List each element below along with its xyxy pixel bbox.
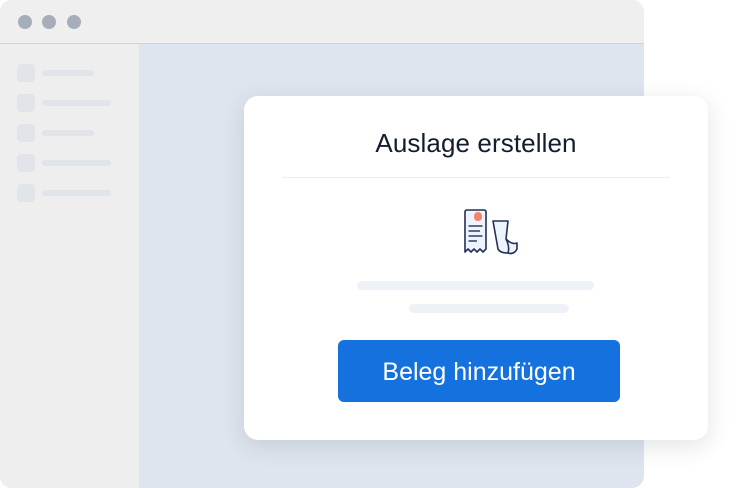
text-placeholder-line: [409, 304, 569, 313]
sidebar-item[interactable]: [17, 64, 127, 82]
receipt-icon: [464, 209, 518, 255]
sidebar-item-icon: [17, 94, 35, 112]
sidebar-item-label-placeholder: [42, 130, 94, 136]
create-expense-dialog: Auslage erstellen Beleg hinzufügen: [244, 96, 708, 440]
dialog-title: Auslage erstellen: [375, 128, 577, 158]
sidebar-item-icon: [17, 124, 35, 142]
title-bar: [0, 0, 644, 44]
sidebar-item-label-placeholder: [42, 70, 94, 76]
sidebar-item[interactable]: [17, 124, 127, 142]
sidebar-item-icon: [17, 64, 35, 82]
sidebar-item[interactable]: [17, 184, 127, 202]
sidebar-item[interactable]: [17, 94, 127, 112]
sidebar-item-icon: [17, 184, 35, 202]
sidebar-item-icon: [17, 154, 35, 172]
sidebar-item[interactable]: [17, 154, 127, 172]
window-control-minimize[interactable]: [42, 15, 56, 29]
sidebar-item-label-placeholder: [42, 190, 111, 196]
sidebar-item-label-placeholder: [42, 160, 111, 166]
sidebar: [0, 44, 139, 488]
window-control-close[interactable]: [18, 15, 32, 29]
add-receipt-button[interactable]: Beleg hinzufügen: [338, 340, 620, 402]
text-placeholder-line: [357, 281, 594, 290]
sidebar-item-label-placeholder: [42, 100, 111, 106]
dialog-divider: [282, 177, 670, 178]
window-control-maximize[interactable]: [67, 15, 81, 29]
